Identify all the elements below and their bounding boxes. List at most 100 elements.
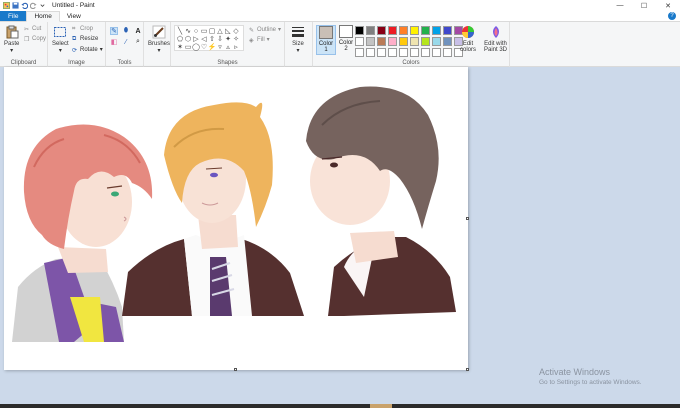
redo-icon[interactable] [30, 2, 37, 9]
palette-color-swatch[interactable] [366, 48, 375, 57]
resize-button[interactable]: ⧉ Resize [72, 36, 98, 42]
tab-view[interactable]: View [60, 11, 88, 21]
shape-option-icon[interactable]: ▷ [192, 35, 200, 43]
canvas-resize-handle-bottom[interactable] [234, 368, 237, 371]
help-icon[interactable]: ? [668, 12, 676, 20]
shape-option-icon[interactable]: ✦ [224, 35, 232, 43]
palette-color-swatch[interactable] [432, 37, 441, 46]
tab-file[interactable]: File [0, 11, 27, 21]
edit-colors-button[interactable]: Edit colors [460, 25, 476, 53]
canvas-resize-handle-right[interactable] [466, 217, 469, 220]
fill-icon: ◈ [249, 37, 254, 44]
outline-button[interactable]: ✎ Outline ▾ [249, 26, 281, 34]
brushes-button[interactable]: Brushes ▾ [148, 25, 170, 54]
customize-toolbar-chevron-icon[interactable] [39, 2, 46, 9]
palette-color-swatch[interactable] [421, 37, 430, 46]
shape-option-icon[interactable]: ⬡ [184, 35, 192, 43]
select-dropdown-icon[interactable]: ▾ [59, 47, 62, 54]
shape-option-icon[interactable]: ╲ [176, 27, 184, 35]
clipboard-group: Paste ▾ ✂ Cut ❐ Copy Clipboard [0, 22, 48, 67]
palette-color-swatch[interactable] [443, 26, 452, 35]
fill-button[interactable]: ◈ Fill ▾ [249, 36, 270, 44]
maximize-button[interactable]: ☐ [632, 0, 656, 11]
shape-option-icon[interactable]: ◁ [200, 35, 208, 43]
size-dropdown-icon[interactable]: ▾ [296, 47, 299, 54]
shape-option-icon[interactable]: ✧ [232, 35, 240, 43]
edit-colors-label-line2: colors [460, 47, 477, 53]
cut-button[interactable]: ✂ Cut [24, 26, 41, 33]
palette-color-swatch[interactable] [399, 48, 408, 57]
select-button[interactable]: Select ▾ [52, 25, 69, 54]
outline-dropdown-icon[interactable]: ▾ [278, 26, 281, 33]
shape-option-icon[interactable]: ◇ [232, 27, 240, 35]
shape-option-icon[interactable]: ∿ [184, 27, 192, 35]
save-icon[interactable] [12, 2, 19, 9]
shape-option-icon[interactable]: ○ [192, 27, 200, 35]
palette-color-swatch[interactable] [355, 48, 364, 57]
fill-dropdown-icon[interactable]: ▾ [267, 36, 270, 43]
palette-color-swatch[interactable] [388, 26, 397, 35]
palette-color-swatch[interactable] [410, 48, 419, 57]
palette-color-swatch[interactable] [410, 37, 419, 46]
rotate-button[interactable]: ⟳ Rotate ▾ [72, 46, 103, 54]
size-button[interactable]: Size ▾ [291, 25, 305, 54]
shape-option-icon[interactable]: ▿ [216, 43, 224, 51]
palette-color-swatch[interactable] [410, 26, 419, 35]
palette-color-swatch[interactable] [377, 26, 386, 35]
shape-option-icon[interactable]: ⚡ [208, 43, 217, 51]
shape-option-icon[interactable]: △ [216, 27, 224, 35]
paste-button[interactable]: Paste ▾ [4, 25, 19, 54]
tab-home[interactable]: Home [26, 11, 60, 22]
shape-option-icon[interactable]: ⇧ [208, 35, 216, 43]
shape-option-icon[interactable]: ◺ [224, 27, 232, 35]
edit-with-paint3d-button[interactable]: Edit with Paint 3D [484, 25, 507, 53]
palette-color-swatch[interactable] [366, 26, 375, 35]
palette-color-swatch[interactable] [388, 48, 397, 57]
shapes-gallery: ╲ ∿ ○ ▭ ▢ △ ◺ ◇ ⬠ ⬡ ▷ ◁ ⇧ ⇩ ✦ ✧ ✶ ▭ ◯ ♡ ⚡ ▿ ▵ ▹ [174, 25, 244, 51]
palette-color-swatch[interactable] [377, 48, 386, 57]
palette-color-swatch[interactable] [421, 26, 430, 35]
color-1-swatch [319, 26, 333, 39]
palette-color-swatch[interactable] [443, 48, 452, 57]
pencil-icon[interactable]: ✎ [110, 27, 118, 35]
shape-option-icon[interactable]: ▹ [232, 43, 240, 51]
canvas-workspace [0, 67, 680, 408]
taskbar-active-app[interactable] [370, 404, 392, 408]
magnifier-icon[interactable]: ⌕ [134, 38, 142, 46]
minimize-button[interactable]: — [608, 0, 632, 11]
color-picker-icon[interactable]: ⁄ [122, 38, 130, 46]
palette-color-swatch[interactable] [432, 26, 441, 35]
palette-color-swatch[interactable] [355, 26, 364, 35]
text-tool-icon[interactable]: A [134, 27, 142, 35]
palette-color-swatch[interactable] [443, 37, 452, 46]
copy-button[interactable]: ❐ Copy [24, 36, 46, 43]
shape-option-icon[interactable]: ✶ [176, 43, 184, 51]
shape-option-icon[interactable]: ⇩ [216, 35, 224, 43]
shape-option-icon[interactable]: ▵ [224, 43, 232, 51]
shape-option-icon[interactable]: ⬠ [176, 35, 184, 43]
shape-option-icon[interactable]: ▭ [184, 43, 192, 51]
rotate-dropdown-icon[interactable]: ▾ [100, 46, 103, 53]
eraser-icon[interactable]: ◧ [110, 38, 118, 46]
canvas-resize-handle-corner[interactable] [466, 368, 469, 371]
shape-option-icon[interactable]: ▭ [200, 27, 208, 35]
palette-color-swatch[interactable] [399, 26, 408, 35]
shape-option-icon[interactable]: ▢ [208, 27, 216, 35]
palette-color-swatch[interactable] [377, 37, 386, 46]
palette-color-swatch[interactable] [366, 37, 375, 46]
palette-color-swatch[interactable] [432, 48, 441, 57]
shape-option-icon[interactable]: ◯ [192, 43, 200, 51]
palette-color-swatch[interactable] [388, 37, 397, 46]
close-button[interactable]: ✕ [656, 0, 680, 11]
palette-color-swatch[interactable] [421, 48, 430, 57]
undo-icon[interactable] [21, 2, 28, 9]
drawing-canvas[interactable] [4, 67, 469, 371]
color-2-selector[interactable]: Color 2 [336, 25, 356, 55]
color-1-selector[interactable]: Color 1 [316, 25, 336, 55]
fill-bucket-icon[interactable]: ⬮ [122, 27, 130, 35]
crop-button[interactable]: ⌗ Crop [72, 26, 93, 32]
brushes-dropdown-icon[interactable]: ▾ [158, 47, 161, 54]
palette-color-swatch[interactable] [355, 37, 364, 46]
palette-color-swatch[interactable] [399, 37, 408, 46]
paste-dropdown-icon[interactable]: ▾ [10, 47, 13, 54]
